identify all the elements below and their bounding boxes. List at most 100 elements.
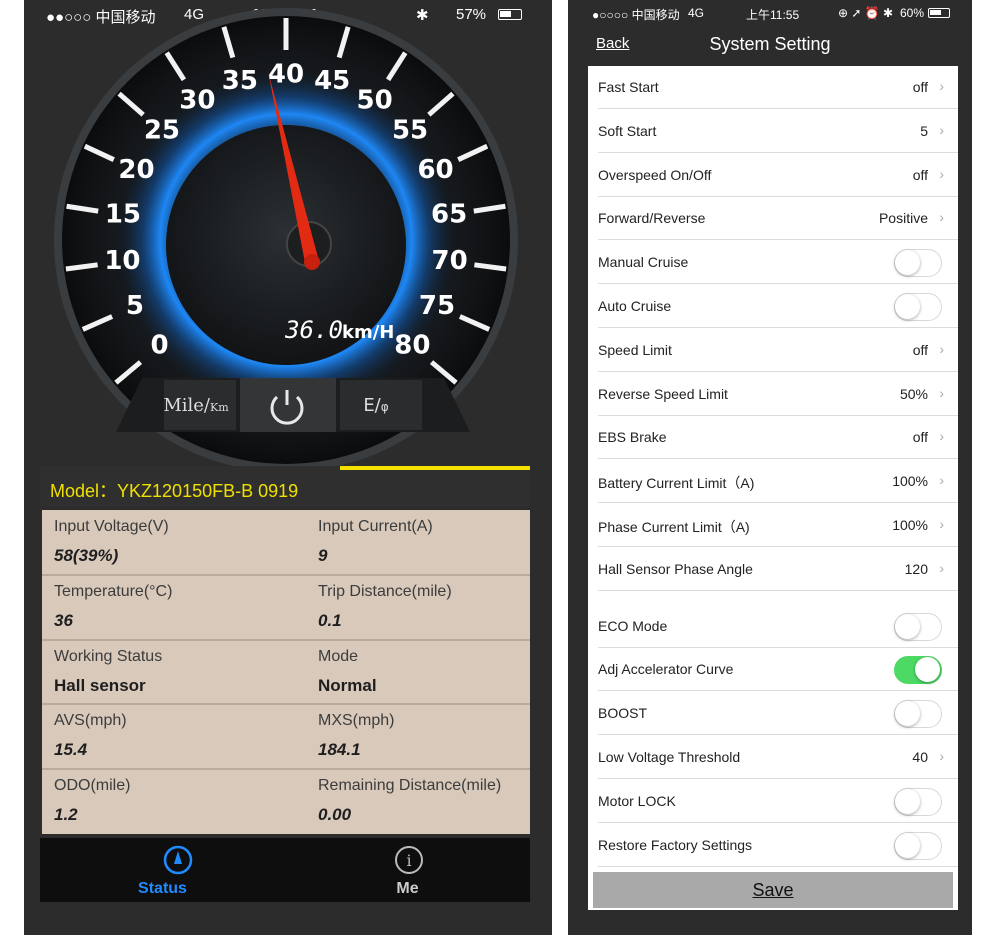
setting-row[interactable]: Forward/Reverse Positive › [588, 197, 958, 241]
status-cell-label: Working Status [54, 647, 163, 665]
setting-row[interactable]: Auto Cruise [588, 285, 958, 328]
status-cell: Remaining Distance(mile) 0.00 [306, 769, 550, 833]
setting-label: Motor LOCK [598, 792, 676, 809]
toggle-knob [895, 832, 920, 858]
gauge-tick-label: 25 [144, 116, 180, 146]
status-cell-value: 184.1 [318, 740, 361, 760]
svg-text:i: i [406, 851, 411, 870]
status-row-divider [42, 573, 530, 576]
status-cell: Temperature(°C) 36 [42, 575, 286, 639]
toggle-knob [895, 788, 920, 814]
setting-label: Low Voltage Threshold [598, 749, 741, 765]
setting-value: 120 [904, 560, 928, 577]
gauge-tick-label: 15 [105, 199, 141, 229]
status-grid: Input Voltage(V) 58(39%) Input Current(A) 9… [42, 510, 530, 834]
setting-value: off [912, 166, 928, 183]
setting-toggle[interactable] [894, 787, 942, 816]
speedometer: 05101520253035 40 4550556065707580 Mile/Km… [54, 8, 518, 470]
setting-row[interactable]: BOOST [588, 692, 958, 736]
gauge-tick-label: 10 [104, 246, 140, 276]
gauge-tick-label: 50 [357, 85, 393, 115]
toggle-knob [895, 613, 920, 639]
tab-status[interactable]: Status [40, 838, 285, 902]
setting-label: ECO Mode [598, 617, 668, 634]
chevron-right-icon: › [939, 384, 944, 401]
setting-row[interactable]: Fast Start off › [588, 66, 958, 109]
setting-label: Adj Accelerator Curve [598, 661, 734, 678]
status-cell: Working Status Hall sensor [42, 640, 286, 704]
status-cell-label: ODO(mile) [54, 777, 131, 795]
status-cell-label: Input Current(A) [318, 518, 433, 535]
setting-row[interactable]: Reverse Speed Limit 50% › [588, 373, 958, 416]
chevron-right-icon: › [939, 165, 944, 182]
setting-toggle[interactable] [894, 249, 942, 278]
gauge-tick-label: 40 [268, 60, 304, 90]
setting-value: 5 [920, 122, 928, 139]
setting-label: Hall Sensor Phase Angle [598, 560, 753, 577]
setting-row[interactable]: Manual Cruise [588, 241, 958, 285]
status-screen: ●●○○○ 中国移动 4G 11:06 AM ✱ 57% [24, 0, 552, 935]
setting-toggle[interactable] [894, 700, 942, 729]
status-cell-label: Trip Distance(mile) [318, 582, 452, 600]
status-row-divider [42, 768, 530, 771]
speedometer-icon [163, 845, 193, 875]
setting-row[interactable]: Adj Accelerator Curve [588, 648, 958, 692]
status-cell-value: 36 [54, 610, 73, 630]
chevron-right-icon: › [939, 78, 944, 94]
tab-me-label: Me [396, 880, 419, 897]
status-cell-value: 0.1 [318, 610, 342, 630]
setting-toggle[interactable] [894, 612, 942, 641]
carrier-label: ●○○○○ 中国移动 [592, 8, 680, 22]
setting-value: 100% [892, 517, 928, 533]
setting-toggle[interactable] [894, 656, 942, 685]
setting-row[interactable]: Hall Sensor Phase Angle 120 › [588, 548, 958, 591]
setting-row[interactable]: Low Voltage Threshold 40 › [588, 736, 958, 779]
setting-label: Phase Current Limit（A) [598, 519, 750, 535]
status-cell: MXS(mph) 184.1 [306, 704, 550, 768]
setting-label: Speed Limit [598, 341, 672, 358]
setting-value: off [912, 341, 928, 358]
setting-row[interactable]: Motor LOCK [588, 780, 958, 823]
gauge-tick-label: 75 [419, 291, 455, 321]
setting-row[interactable]: Restore Factory Settings [588, 824, 958, 867]
setting-value: 40 [912, 749, 928, 765]
chevron-right-icon: › [939, 340, 944, 357]
save-button[interactable]: Save [593, 872, 953, 908]
setting-row[interactable]: Phase Current Limit（A) 100% › [588, 504, 958, 547]
gauge-tick-label: 65 [431, 199, 467, 229]
setting-value: off [912, 79, 928, 95]
status-cell: Input Current(A) 9 [306, 510, 550, 574]
status-cell: Mode Normal [306, 640, 550, 704]
setting-label: Auto Cruise [598, 298, 672, 314]
setting-row[interactable]: Speed Limit off › [588, 329, 958, 372]
status-cell-value: 15.4 [54, 740, 88, 760]
setting-row[interactable]: ECO Mode [588, 605, 958, 648]
setting-row[interactable]: Overspeed On/Off off › [588, 154, 958, 197]
setting-row[interactable]: Battery Current Limit（A) 100% › [588, 460, 958, 504]
clock: 上午11:55 [746, 8, 800, 22]
chevron-right-icon: › [939, 209, 944, 226]
speed-unit: km/H [342, 322, 394, 343]
setting-label: EBS Brake [598, 429, 667, 446]
gauge-tick-label: 45 [314, 66, 350, 96]
info-icon: i [395, 846, 423, 874]
setting-row[interactable]: EBS Brake off › [588, 416, 958, 460]
chevron-right-icon: › [939, 472, 944, 489]
setting-row[interactable]: Soft Start 5 › [588, 110, 958, 153]
battery-percent: 60% [900, 6, 925, 20]
tab-status-label: Status [138, 880, 187, 897]
chevron-right-icon: › [939, 428, 944, 445]
section-gap [588, 591, 958, 604]
setting-toggle[interactable] [894, 831, 942, 860]
status-cell-label: Remaining Distance(mile) [318, 777, 502, 795]
setting-label: Manual Cruise [598, 254, 689, 271]
system-setting-screen: ●○○○○ 中国移动 4G 上午11:55 ⊕ ➚ ⏰ ✱ 60% Back S… [568, 0, 972, 935]
tab-me[interactable]: i Me [285, 838, 530, 902]
setting-label: Soft Start [598, 122, 657, 139]
setting-label: Battery Current Limit（A) [598, 475, 755, 492]
status-row-divider [42, 638, 530, 641]
model-bar-accent [340, 466, 530, 470]
gauge-tick-label: 60 [417, 155, 453, 185]
setting-toggle[interactable] [894, 293, 942, 321]
status-cell-value: 9 [318, 546, 328, 565]
